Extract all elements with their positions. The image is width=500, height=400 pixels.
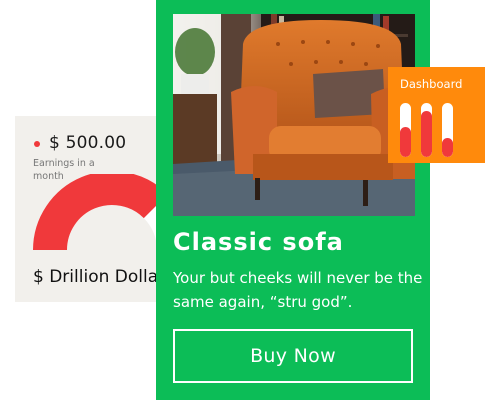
product-title: Classic sofa — [173, 228, 344, 256]
status-dot — [34, 141, 40, 147]
gauge-fill — [33, 171, 168, 251]
armchair-image — [173, 14, 415, 216]
buy-now-button[interactable]: Buy Now — [173, 329, 413, 383]
dashboard-bar-3 — [442, 103, 453, 157]
dashboard-bar-fill-1 — [400, 127, 411, 157]
earnings-amount: $ 500.00 — [49, 133, 127, 153]
dashboard-widget: Dashboard — [388, 67, 485, 163]
dashboard-bar-fill-2 — [421, 111, 432, 157]
product-description: Your but cheeks will never be the same a… — [173, 269, 423, 311]
dashboard-bar-1 — [400, 103, 411, 157]
product-photo — [173, 14, 415, 216]
earnings-total: $ Drillion Dolla — [33, 267, 159, 287]
dashboard-bar-fill-3 — [442, 138, 453, 157]
dashboard-title: Dashboard — [400, 77, 463, 91]
dashboard-bar-2 — [421, 103, 432, 157]
gauge-svg — [33, 171, 191, 251]
earnings-card: $ 500.00 Earnings in a month $ Drillion … — [15, 116, 191, 302]
earnings-gauge — [15, 171, 191, 254]
